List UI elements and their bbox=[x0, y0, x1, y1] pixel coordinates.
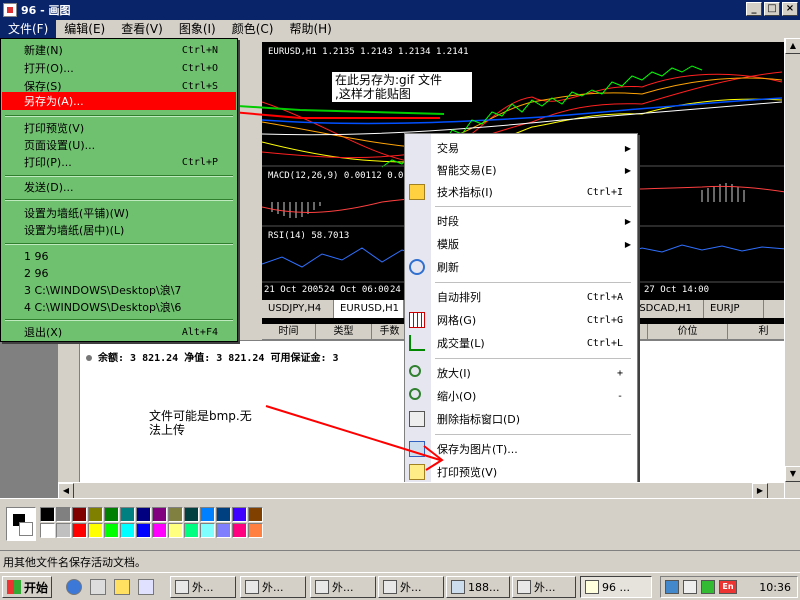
scroll-right-button[interactable]: ▶ bbox=[752, 483, 768, 499]
system-tray: En 10:36 bbox=[660, 576, 798, 598]
palette-swatch[interactable] bbox=[40, 507, 55, 522]
file-open[interactable]: 打开(O)... Ctrl+O bbox=[2, 59, 236, 77]
scroll-left-button[interactable]: ◀ bbox=[58, 483, 74, 499]
start-button[interactable]: 开始 bbox=[2, 576, 52, 598]
windows-logo-icon bbox=[7, 580, 21, 594]
palette-swatch[interactable] bbox=[56, 523, 71, 538]
status-text: 用其他文件名保存活动文档。 bbox=[3, 555, 146, 569]
palette-swatch[interactable] bbox=[232, 507, 247, 522]
palette-swatch[interactable] bbox=[120, 523, 135, 538]
file-menu-dropdown: 新建(N) Ctrl+N 打开(O)... Ctrl+O 保存(S) Ctrl+S 另… bbox=[0, 38, 238, 342]
taskbar-button-2[interactable]: 外... bbox=[240, 576, 306, 598]
file-page-setup[interactable]: 页面设置(U)... bbox=[2, 136, 236, 154]
taskbar-button-1[interactable]: 外... bbox=[170, 576, 236, 598]
desktop-icon[interactable] bbox=[114, 579, 130, 595]
file-recent-3[interactable]: 3 C:\WINDOWS\Desktop\浪\7 bbox=[2, 281, 236, 299]
taskbar-button-paint[interactable]: 96 ... bbox=[580, 576, 652, 598]
window-icon bbox=[383, 580, 397, 594]
paint-icon bbox=[585, 580, 599, 594]
window-icon bbox=[245, 580, 259, 594]
taskbar-button-6[interactable]: 外... bbox=[512, 576, 576, 598]
palette-swatch[interactable] bbox=[168, 523, 183, 538]
file-exit[interactable]: 退出(X) Alt+F4 bbox=[2, 323, 236, 341]
palette-swatch[interactable] bbox=[152, 507, 167, 522]
palette-swatch[interactable] bbox=[136, 523, 151, 538]
scroll-up-button[interactable]: ▲ bbox=[785, 38, 800, 54]
palette-swatch[interactable] bbox=[88, 507, 103, 522]
window-icon bbox=[175, 580, 189, 594]
file-print-preview[interactable]: 打印预览(V) bbox=[2, 119, 236, 137]
taskbar-button-3[interactable]: 外... bbox=[310, 576, 376, 598]
clock[interactable]: 10:36 bbox=[759, 581, 791, 594]
palette-swatch[interactable] bbox=[104, 523, 119, 538]
window-icon bbox=[315, 580, 329, 594]
palette-swatch[interactable] bbox=[184, 507, 199, 522]
palette-swatch[interactable] bbox=[56, 507, 71, 522]
taskbar-button-5[interactable]: 188... bbox=[446, 576, 510, 598]
palette-swatch[interactable] bbox=[72, 523, 87, 538]
scroll-down-button[interactable]: ▼ bbox=[785, 466, 800, 482]
palette-swatch[interactable] bbox=[104, 507, 119, 522]
network-icon[interactable] bbox=[665, 580, 679, 594]
palette-swatch[interactable] bbox=[120, 507, 135, 522]
file-save-as[interactable]: 另存为(A)... bbox=[2, 92, 236, 110]
pdf-icon[interactable] bbox=[138, 579, 154, 595]
palette-swatch[interactable] bbox=[248, 507, 263, 522]
taskbar: 开始 外... 外... 外... 外... 188... 外... 96 ..… bbox=[0, 572, 800, 600]
palette-swatch[interactable] bbox=[168, 507, 183, 522]
file-recent-2[interactable]: 2 96 bbox=[2, 264, 236, 282]
palette-swatch[interactable] bbox=[232, 523, 247, 538]
palette-swatch[interactable] bbox=[184, 523, 199, 538]
horizontal-scrollbar[interactable]: ◀ ▶ bbox=[58, 482, 784, 499]
status-bar: 用其他文件名保存活动文档。 bbox=[0, 550, 800, 572]
background-color bbox=[19, 522, 33, 536]
palette-swatch[interactable] bbox=[200, 523, 215, 538]
palette-swatch[interactable] bbox=[152, 523, 167, 538]
color-palette bbox=[0, 498, 800, 550]
ime-icon[interactable]: En bbox=[719, 580, 737, 594]
palette-swatch[interactable] bbox=[72, 507, 87, 522]
palette-swatch[interactable] bbox=[200, 507, 215, 522]
ie-icon[interactable] bbox=[66, 579, 82, 595]
email-icon[interactable] bbox=[90, 579, 106, 595]
file-recent-4[interactable]: 4 C:\WINDOWS\Desktop\浪\6 bbox=[2, 298, 236, 316]
taskbar-button-4[interactable]: 外... bbox=[378, 576, 444, 598]
file-wallpaper-center[interactable]: 设置为墙纸(居中)(L) bbox=[2, 221, 236, 239]
green-arrow-icon[interactable] bbox=[701, 580, 715, 594]
file-recent-1[interactable]: 1 96 bbox=[2, 247, 236, 265]
speaker-icon[interactable] bbox=[683, 580, 697, 594]
window-icon bbox=[451, 580, 465, 594]
red-arrow-bottom bbox=[265, 405, 441, 461]
palette-swatch[interactable] bbox=[216, 507, 231, 522]
palette-swatch[interactable] bbox=[88, 523, 103, 538]
palette-swatch[interactable] bbox=[136, 507, 151, 522]
palette-swatch[interactable] bbox=[40, 523, 55, 538]
palette-swatch[interactable] bbox=[248, 523, 263, 538]
file-wallpaper-tile[interactable]: 设置为墙纸(平铺)(W) bbox=[2, 204, 236, 222]
vertical-scrollbar[interactable]: ▲ ▼ bbox=[784, 38, 800, 498]
file-new[interactable]: 新建(N) Ctrl+N bbox=[2, 41, 236, 59]
file-print[interactable]: 打印(P)... Ctrl+P bbox=[2, 153, 236, 171]
file-send[interactable]: 发送(D)... bbox=[2, 178, 236, 196]
palette-swatch[interactable] bbox=[216, 523, 231, 538]
window-icon bbox=[517, 580, 531, 594]
current-colors[interactable] bbox=[6, 507, 36, 541]
